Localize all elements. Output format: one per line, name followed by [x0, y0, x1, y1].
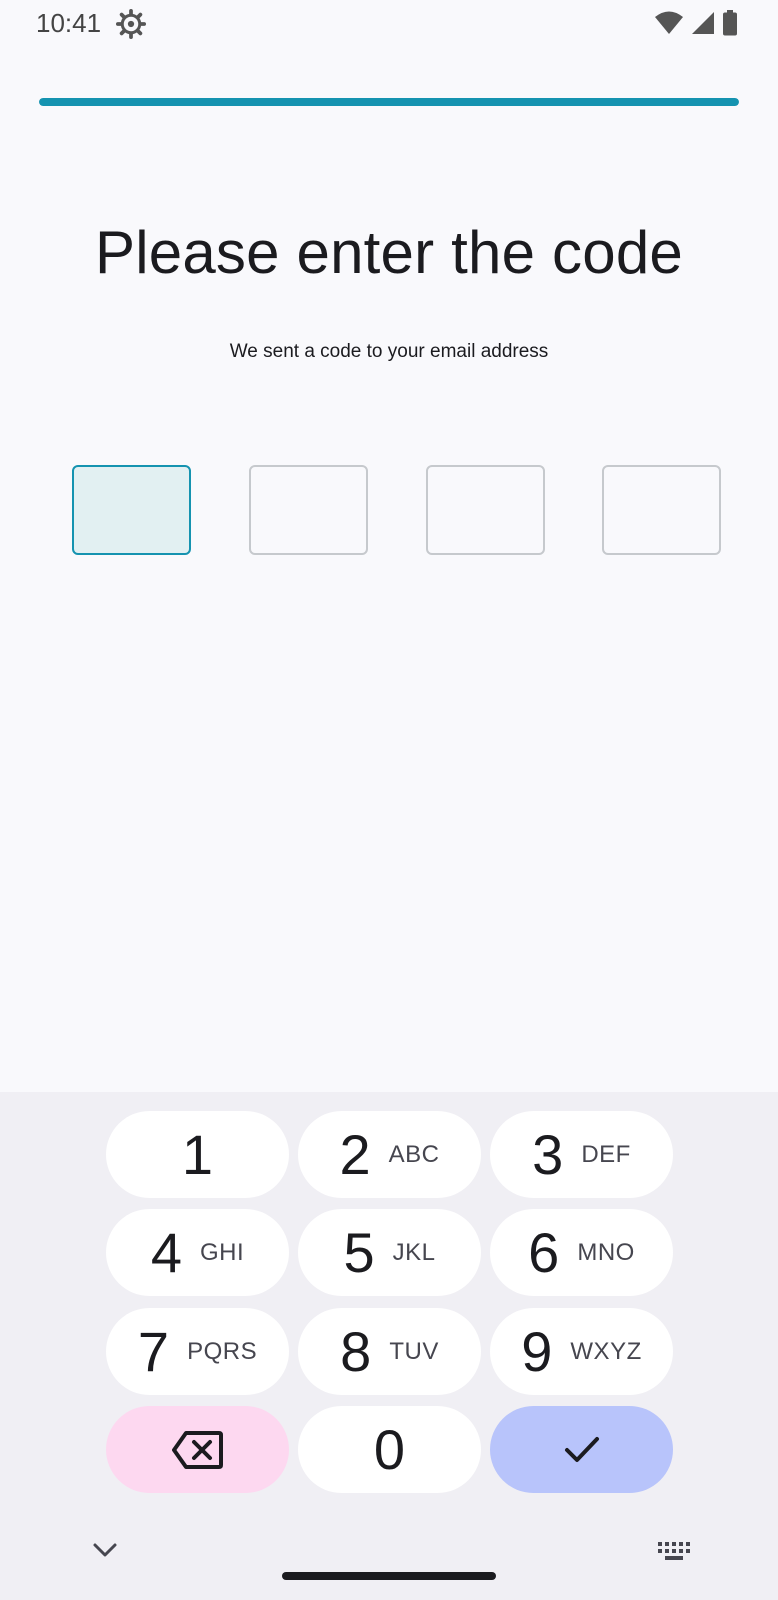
- page-subtitle: We sent a code to your email address: [229, 341, 549, 362]
- keyboard-icon[interactable]: [657, 1541, 691, 1561]
- key-digit: 3: [532, 1123, 564, 1186]
- battery-icon: [723, 10, 737, 36]
- key-digit: 8: [340, 1320, 372, 1383]
- progress-bar: [39, 98, 739, 106]
- status-bar: 10:41: [0, 0, 778, 50]
- status-time: 10:41: [36, 8, 102, 38]
- key-letters: ABC: [388, 1140, 440, 1168]
- cellular-signal-icon: [692, 12, 714, 34]
- key-digit: 1: [181, 1123, 214, 1186]
- key-letters: PQRS: [187, 1337, 258, 1365]
- key-letters: MNO: [577, 1238, 635, 1266]
- key-digit: 0: [373, 1418, 406, 1481]
- backspace-key[interactable]: [106, 1406, 289, 1493]
- key-5[interactable]: 5 JKL: [298, 1209, 481, 1296]
- code-digit-1[interactable]: [72, 465, 191, 555]
- settings-gear-icon: [116, 9, 146, 39]
- key-digit: 5: [343, 1221, 375, 1284]
- key-digit: 6: [528, 1221, 560, 1284]
- key-7[interactable]: 7 PQRS: [106, 1308, 289, 1395]
- numeric-keyboard: 1 2 ABC 3 DEF 4 GHI 5 JKL 6 MNO 7 PQRS 8…: [0, 1092, 778, 1600]
- done-key[interactable]: [490, 1406, 673, 1493]
- key-digit: 7: [137, 1320, 170, 1383]
- home-indicator[interactable]: [282, 1572, 496, 1580]
- code-input-row: [72, 465, 721, 555]
- progress-fill: [39, 98, 739, 106]
- key-2[interactable]: 2 ABC: [298, 1111, 481, 1198]
- key-9[interactable]: 9 WXYZ: [490, 1308, 673, 1395]
- key-letters: DEF: [581, 1140, 631, 1168]
- page-title: Please enter the code: [95, 219, 683, 286]
- key-1[interactable]: 1: [106, 1111, 289, 1198]
- key-8[interactable]: 8 TUV: [298, 1308, 481, 1395]
- key-letters: JKL: [392, 1238, 436, 1266]
- key-letters: WXYZ: [570, 1337, 642, 1365]
- chevron-down-icon[interactable]: [92, 1540, 118, 1560]
- key-0[interactable]: 0: [298, 1406, 481, 1493]
- status-icons: [654, 10, 738, 36]
- key-6[interactable]: 6 MNO: [490, 1209, 673, 1296]
- backspace-icon: [171, 1430, 223, 1469]
- code-digit-3[interactable]: [426, 465, 545, 555]
- key-letters: GHI: [199, 1238, 245, 1266]
- wifi-icon: [655, 11, 683, 34]
- key-digit: 4: [150, 1221, 182, 1284]
- key-3[interactable]: 3 DEF: [490, 1111, 673, 1198]
- checkmark-icon: [564, 1436, 599, 1462]
- key-letters: TUV: [389, 1337, 439, 1365]
- key-digit: 2: [339, 1123, 371, 1186]
- code-digit-2[interactable]: [249, 465, 368, 555]
- key-digit: 9: [521, 1320, 553, 1383]
- code-digit-4[interactable]: [602, 465, 721, 555]
- key-4[interactable]: 4 GHI: [106, 1209, 289, 1296]
